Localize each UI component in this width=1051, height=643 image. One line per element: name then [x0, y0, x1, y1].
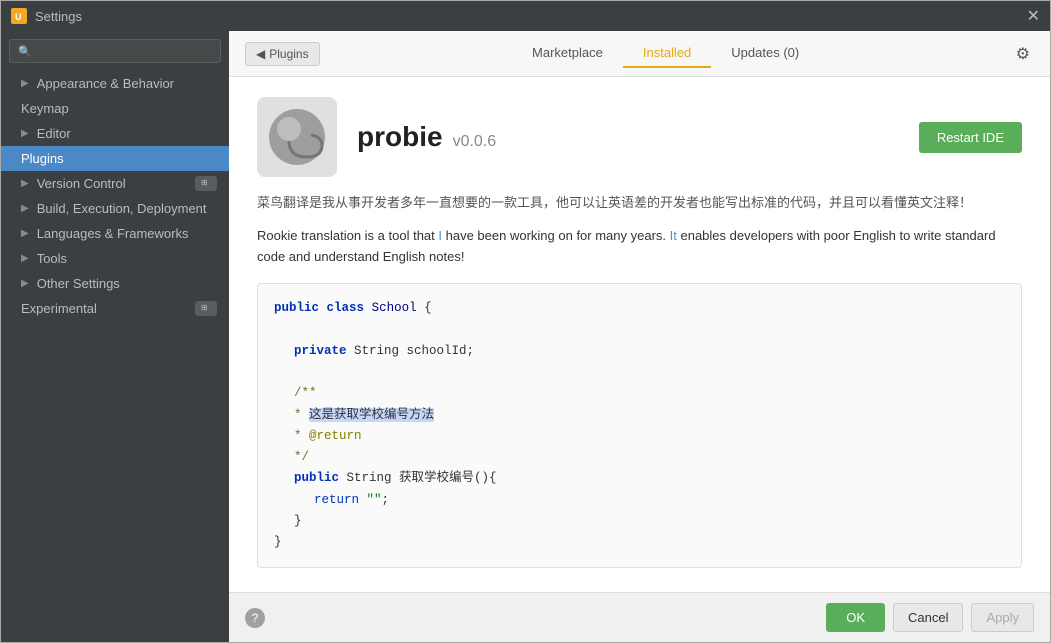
- search-box[interactable]: 🔍: [9, 39, 221, 63]
- arrow-icon: ▶: [21, 228, 29, 239]
- sidebar-item-tools[interactable]: ▶ Tools: [1, 246, 229, 271]
- tab-updates[interactable]: Updates (0): [711, 39, 819, 68]
- plugin-version: v0.0.6: [453, 133, 497, 151]
- close-button[interactable]: ✕: [1027, 6, 1040, 26]
- arrow-icon: ▶: [21, 178, 29, 189]
- gear-button[interactable]: ⚙: [1012, 40, 1034, 68]
- footer-left: ?: [245, 608, 265, 628]
- sidebar-item-label: Version Control: [37, 176, 126, 191]
- settings-window: U Settings ✕ 🔍 ▶ Appearance & Behavior K…: [0, 0, 1051, 643]
- sidebar-item-label: Build, Execution, Deployment: [37, 201, 207, 216]
- ok-button[interactable]: OK: [826, 603, 885, 632]
- arrow-icon: ▶: [21, 253, 29, 264]
- sidebar-item-editor[interactable]: ▶ Editor: [1, 121, 229, 146]
- sidebar-item-label: Appearance & Behavior: [37, 76, 174, 91]
- version-control-badge: ⊞: [195, 176, 217, 191]
- plugin-chinese-description: 菜鸟翻译是我从事开发者多年一直想要的一款工具，他可以让英语差的开发者也能写出标准…: [257, 193, 1022, 214]
- arrow-icon: ▶: [21, 128, 29, 139]
- sidebar-item-label: Languages & Frameworks: [37, 226, 189, 241]
- sidebar-item-keymap[interactable]: Keymap: [1, 96, 229, 121]
- sidebar-item-label: Experimental: [21, 301, 97, 316]
- sidebar-item-other-settings[interactable]: ▶ Other Settings: [1, 271, 229, 296]
- sidebar-item-label: Plugins: [21, 151, 64, 166]
- plugin-header: ◀ Plugins Marketplace Installed Updates …: [229, 31, 1050, 77]
- content-area: ◀ Plugins Marketplace Installed Updates …: [229, 31, 1050, 642]
- footer-buttons: OK Cancel Apply: [826, 603, 1034, 632]
- sidebar-item-experimental[interactable]: Experimental ⊞: [1, 296, 229, 321]
- arrow-icon: ▶: [21, 278, 29, 289]
- restart-ide-button[interactable]: Restart IDE: [919, 122, 1022, 153]
- sidebar: 🔍 ▶ Appearance & Behavior Keymap ▶ Edito…: [1, 31, 229, 642]
- plugin-logo: [257, 97, 337, 177]
- sidebar-item-appearance-behavior[interactable]: ▶ Appearance & Behavior: [1, 71, 229, 96]
- arrow-icon: ▶: [21, 203, 29, 214]
- search-input[interactable]: [38, 44, 212, 58]
- svg-text:⊞: ⊞: [201, 303, 208, 312]
- tab-group: Marketplace Installed Updates (0): [340, 39, 992, 68]
- experimental-badge: ⊞: [195, 301, 217, 316]
- titlebar: U Settings ✕: [1, 1, 1050, 31]
- window-title: Settings: [35, 9, 82, 24]
- apply-button[interactable]: Apply: [971, 603, 1034, 632]
- plugin-title-row: probie v0.0.6 Restart IDE: [257, 97, 1022, 177]
- sidebar-item-label: Other Settings: [37, 276, 120, 291]
- cancel-button[interactable]: Cancel: [893, 603, 963, 632]
- tab-marketplace[interactable]: Marketplace: [512, 39, 623, 68]
- sidebar-item-languages-frameworks[interactable]: ▶ Languages & Frameworks: [1, 221, 229, 246]
- gear-icon: ⚙: [1016, 46, 1030, 63]
- sidebar-item-plugins[interactable]: Plugins: [1, 146, 229, 171]
- back-arrow-icon: ◀: [256, 47, 265, 61]
- sidebar-item-version-control[interactable]: ▶ Version Control ⊞: [1, 171, 229, 196]
- titlebar-left: U Settings: [11, 8, 82, 24]
- help-button[interactable]: ?: [245, 608, 265, 628]
- svg-text:U: U: [15, 12, 22, 22]
- search-icon: 🔍: [18, 45, 32, 58]
- plugin-detail: probie v0.0.6 Restart IDE 菜鸟翻译是我从事开发者多年一…: [229, 77, 1050, 592]
- sidebar-item-build-execution[interactable]: ▶ Build, Execution, Deployment: [1, 196, 229, 221]
- app-icon: U: [11, 8, 27, 24]
- plugin-name: probie: [357, 121, 443, 153]
- plugin-name-version: probie v0.0.6: [357, 121, 496, 153]
- main-layout: 🔍 ▶ Appearance & Behavior Keymap ▶ Edito…: [1, 31, 1050, 642]
- svg-text:⊞: ⊞: [201, 178, 208, 187]
- footer: ? OK Cancel Apply: [229, 592, 1050, 642]
- plugin-english-description: Rookie translation is a tool that I have…: [257, 226, 1022, 268]
- tab-installed[interactable]: Installed: [623, 39, 711, 68]
- arrow-icon: ▶: [21, 78, 29, 89]
- sidebar-item-label: Keymap: [21, 101, 69, 116]
- back-button-label: Plugins: [269, 47, 308, 61]
- help-icon: ?: [252, 611, 259, 625]
- sidebar-item-label: Tools: [37, 251, 67, 266]
- code-block: public class School { private String sch…: [257, 283, 1022, 568]
- sidebar-item-label: Editor: [37, 126, 71, 141]
- back-button[interactable]: ◀ Plugins: [245, 42, 320, 66]
